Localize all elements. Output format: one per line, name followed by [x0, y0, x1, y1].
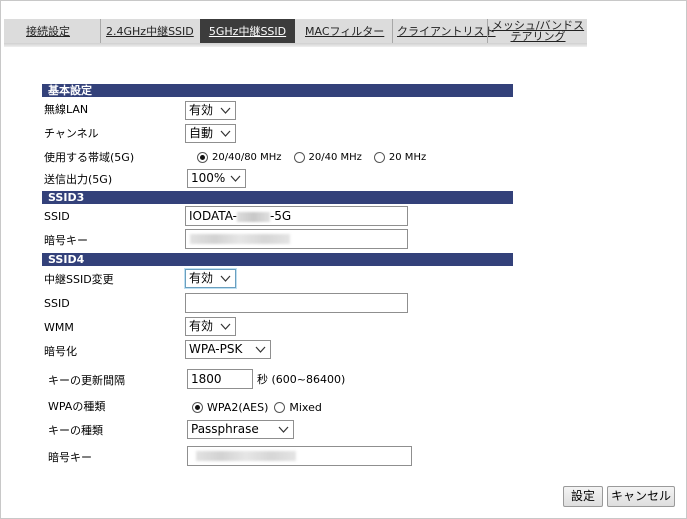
tab-5ghz-relay-ssid[interactable]: 5GHz中継SSID	[200, 19, 295, 43]
wmm-value: 有効	[189, 319, 214, 333]
redacted-key	[190, 234, 290, 244]
wireless-lan-value: 有効	[189, 103, 214, 117]
channel-select[interactable]: 自動	[185, 124, 236, 143]
relay-ssid-change-select[interactable]: 有効	[185, 269, 236, 288]
key-interval-unit: 秒 (600~86400)	[257, 373, 346, 386]
wireless-lan-label: 無線LAN	[44, 103, 89, 116]
ssid3-ssid-prefix: IODATA-	[189, 209, 237, 223]
band-40-radio[interactable]	[293, 152, 305, 163]
section-ssid4: SSID4	[42, 253, 513, 266]
ssid4-ssid-input[interactable]	[185, 293, 408, 313]
key-interval-label: キーの更新間隔	[48, 374, 125, 387]
apply-button[interactable]: 設定	[563, 486, 603, 507]
wpa2-aes-radio[interactable]	[192, 402, 203, 413]
ssid3-ssid-input[interactable]: IODATA- -5G	[185, 206, 408, 226]
ssid3-key-label: 暗号キー	[44, 234, 88, 247]
tx-power-select[interactable]: 100%	[187, 169, 246, 188]
tab-client-list[interactable]: クライアントリスト	[397, 19, 496, 43]
mixed-radio[interactable]	[274, 402, 286, 413]
wpa2-aes-label: WPA2(AES)	[207, 401, 269, 414]
chevron-down-icon	[230, 174, 241, 183]
wireless-lan-select[interactable]: 有効	[185, 101, 236, 120]
chevron-down-icon	[220, 129, 231, 138]
channel-value: 自動	[189, 126, 214, 140]
key-type-select[interactable]: Passphrase	[187, 420, 294, 439]
channel-label: チャンネル	[44, 127, 99, 140]
mixed-label: Mixed	[289, 401, 322, 414]
relay-ssid-change-label: 中継SSID変更	[44, 273, 114, 286]
chevron-down-icon	[220, 274, 231, 283]
chevron-down-icon	[255, 345, 266, 354]
key-interval-input[interactable]: 1800	[187, 369, 253, 389]
encryption-select[interactable]: WPA-PSK	[185, 340, 271, 359]
chevron-down-icon	[220, 322, 231, 331]
band-radio-group: 20/40/80 MHz 20/40 MHz 20 MHz	[197, 152, 438, 163]
ssid3-ssid-suffix: -5G	[269, 209, 292, 223]
wpa-type-radio-group: WPA2(AES) Mixed	[192, 401, 334, 414]
redacted-text	[236, 211, 270, 222]
tab-connection-settings[interactable]: 接続設定	[26, 19, 70, 43]
tab-divider	[100, 19, 101, 43]
band-label: 使用する帯域(5G)	[44, 151, 135, 164]
tab-mac-filter[interactable]: MACフィルター	[305, 19, 384, 43]
tx-power-label: 送信出力(5G)	[44, 173, 113, 186]
ssid4-key-input[interactable]	[187, 446, 412, 466]
section-basic-settings: 基本設定	[42, 84, 513, 97]
tx-power-value: 100%	[191, 171, 226, 185]
chevron-down-icon	[278, 425, 289, 434]
band-20-radio[interactable]	[373, 152, 385, 163]
band-80-radio[interactable]	[197, 152, 208, 163]
key-type-value: Passphrase	[191, 422, 259, 436]
wpa-type-label: WPAの種類	[48, 400, 106, 413]
encryption-label: 暗号化	[44, 345, 77, 358]
band-80-label: 20/40/80 MHz	[212, 152, 282, 163]
wmm-label: WMM	[44, 321, 74, 334]
band-20-label: 20 MHz	[388, 152, 427, 163]
chevron-down-icon	[220, 106, 231, 115]
cancel-button[interactable]: キャンセル	[607, 486, 675, 507]
key-type-label: キーの種類	[48, 424, 103, 437]
relay-ssid-change-value: 有効	[189, 271, 214, 285]
band-40-label: 20/40 MHz	[308, 152, 362, 163]
ssid3-ssid-label: SSID	[44, 210, 70, 223]
ssid3-key-input[interactable]	[185, 229, 408, 249]
redacted-key	[196, 451, 296, 461]
wmm-select[interactable]: 有効	[185, 317, 236, 336]
tab-divider	[392, 19, 393, 43]
section-ssid3: SSID3	[42, 191, 513, 204]
encryption-value: WPA-PSK	[189, 342, 243, 356]
tab-mesh-band-steering[interactable]: メッシュ/バンドステアリング	[489, 19, 587, 44]
ssid4-key-label: 暗号キー	[48, 451, 92, 464]
tab-2ghz-relay-ssid[interactable]: 2.4GHz中継SSID	[106, 19, 194, 43]
tab-divider	[487, 19, 488, 43]
ssid4-ssid-label: SSID	[44, 297, 70, 310]
